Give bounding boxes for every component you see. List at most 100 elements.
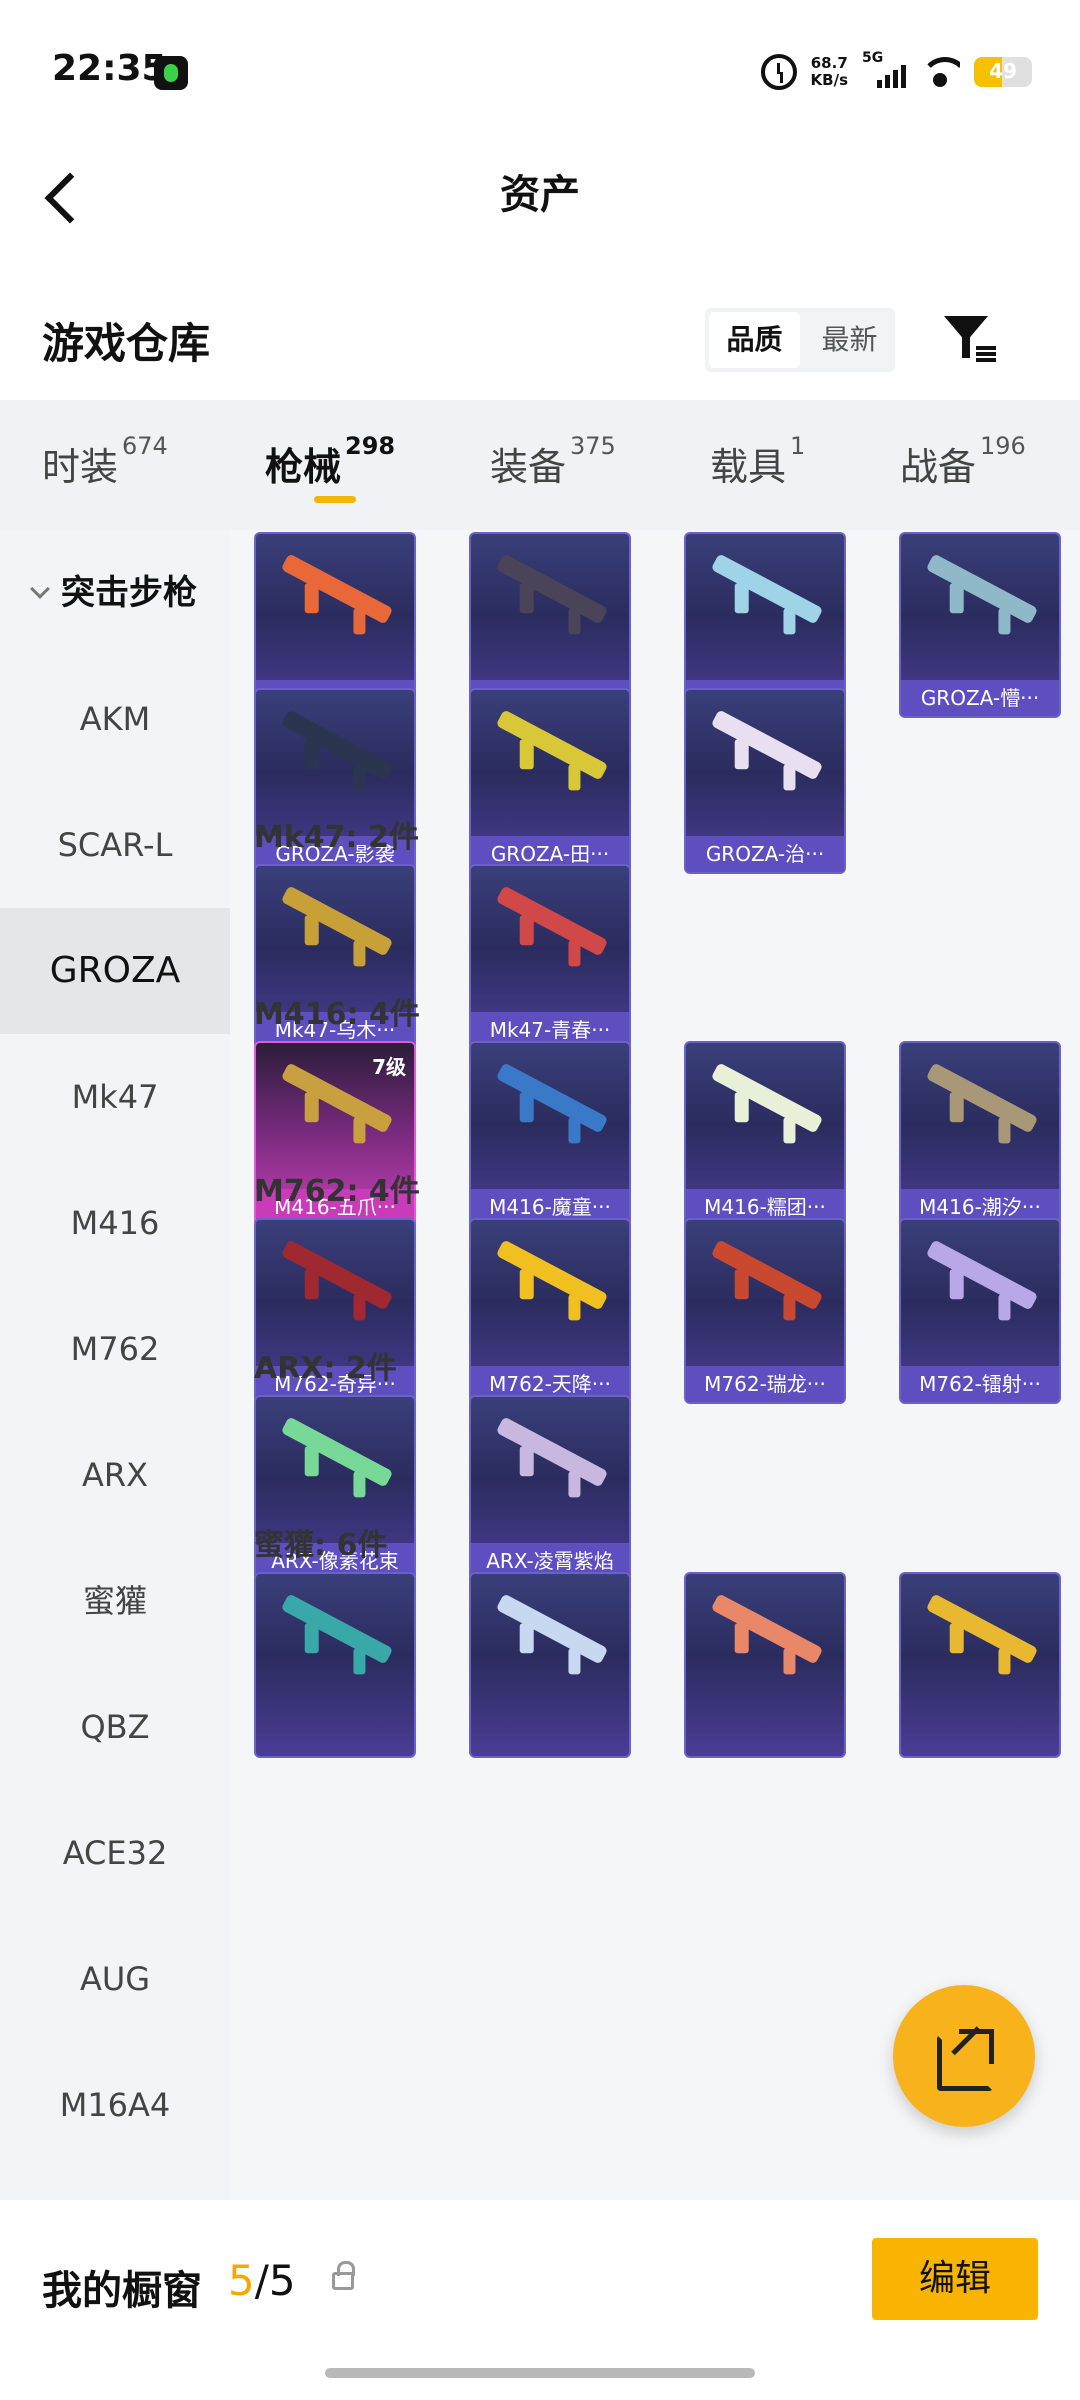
- sidebar-item-m416[interactable]: M416: [0, 1160, 230, 1286]
- showcase-label: 我的橱窗: [42, 2268, 202, 2314]
- sidebar-item-groza[interactable]: GROZA: [0, 908, 230, 1034]
- weapon-card[interactable]: M762-天降···: [469, 1218, 631, 1404]
- tab-count: 1: [790, 432, 806, 460]
- status-indicators: 68.7 KB/s 5G 49: [760, 50, 1032, 94]
- weapon-image: [280, 709, 394, 781]
- weapon-card[interactable]: [684, 1572, 846, 1758]
- weapon-image: [280, 1593, 394, 1665]
- sort-option-quality[interactable]: 品质: [709, 312, 800, 368]
- network-speed-unit: KB/s: [810, 71, 848, 89]
- section-label: M762: 4件: [254, 1174, 420, 1209]
- tab-label: 战备: [900, 445, 977, 489]
- sidebar-group-assault-rifles[interactable]: 突击步枪: [0, 530, 230, 656]
- section-label: M416: 4件: [254, 997, 420, 1032]
- weapon-name: M762-镭射···: [901, 1366, 1059, 1402]
- warehouse-header: 游戏仓库 品质 最新: [0, 290, 1080, 390]
- chevron-down-icon: [30, 579, 50, 599]
- app-notification-icon: [154, 56, 188, 90]
- weapon-card[interactable]: ARX-凌霄紫焰: [469, 1395, 631, 1581]
- weapon-image: [495, 553, 609, 625]
- battery-icon: 49: [974, 57, 1032, 87]
- weapon-image: [495, 1416, 609, 1488]
- weapon-image: [925, 1593, 1039, 1665]
- section-label: Mk47: 2件: [254, 820, 419, 855]
- header: 资产: [0, 140, 1080, 250]
- weapon-card[interactable]: M416-潮汐···: [899, 1041, 1061, 1227]
- tab-vehicles[interactable]: 载具 1: [710, 432, 805, 491]
- sidebar-item-aug[interactable]: AUG: [0, 1916, 230, 2042]
- weapon-image: [925, 1239, 1039, 1311]
- tab-count: 674: [122, 432, 168, 460]
- page-title: 资产: [500, 172, 580, 218]
- sidebar-item-scar-l[interactable]: SCAR-L: [0, 782, 230, 908]
- sidebar-item-arx[interactable]: ARX: [0, 1412, 230, 1538]
- weapon-image: [925, 553, 1039, 625]
- bottom-bar: 我的橱窗 5/5 编辑: [0, 2200, 1080, 2400]
- sidebar-item-honey-badger[interactable]: 蜜獾: [0, 1538, 230, 1664]
- weapon-card[interactable]: [899, 1572, 1061, 1758]
- sidebar-item-akm[interactable]: AKM: [0, 656, 230, 782]
- weapon-card[interactable]: M762-镭射···: [899, 1218, 1061, 1404]
- home-indicator[interactable]: [325, 2368, 755, 2378]
- tab-supplies[interactable]: 战备 196: [900, 432, 1026, 491]
- weapon-card[interactable]: M416-魔童···: [469, 1041, 631, 1227]
- network-speed-value: 68.7: [810, 54, 848, 72]
- tab-label: 载具: [710, 445, 787, 489]
- signal-icon: 5G: [862, 50, 906, 90]
- tab-label: 装备: [490, 445, 567, 489]
- sidebar-item-ace32[interactable]: ACE32: [0, 1790, 230, 1916]
- weapon-card[interactable]: Mk47-青春···: [469, 864, 631, 1050]
- tab-label: 时装: [42, 445, 119, 489]
- weapon-image: [710, 553, 824, 625]
- showcase-count: 5/5: [228, 2256, 296, 2305]
- sidebar-item-mk47[interactable]: Mk47: [0, 1034, 230, 1160]
- share-button[interactable]: [893, 1985, 1035, 2127]
- network-type: 5G: [862, 50, 884, 66]
- weapon-card[interactable]: GROZA-治···: [684, 688, 846, 874]
- filter-icon[interactable]: [944, 312, 1000, 368]
- weapon-image: [710, 709, 824, 781]
- tab-firearms[interactable]: 枪械 298: [265, 432, 395, 491]
- weapon-image: [280, 1239, 394, 1311]
- weapon-image: [280, 553, 394, 625]
- tab-count: 298: [345, 432, 396, 460]
- weapon-name: GROZA-懵···: [901, 680, 1059, 716]
- network-speed: 68.7 KB/s: [811, 55, 848, 89]
- sidebar-item-qbz[interactable]: QBZ: [0, 1664, 230, 1790]
- weapon-image: [925, 1062, 1039, 1134]
- weapon-card[interactable]: M762-瑞龙···: [684, 1218, 846, 1404]
- weapon-image: [495, 885, 609, 957]
- warehouse-title: 游戏仓库: [42, 319, 211, 368]
- alarm-icon: [760, 54, 797, 90]
- tab-count: 196: [980, 432, 1026, 460]
- weapon-image: [495, 1062, 609, 1134]
- tab-label: 枪械: [265, 445, 342, 489]
- sidebar-item-m762[interactable]: M762: [0, 1286, 230, 1412]
- weapon-card[interactable]: M416-糯团···: [684, 1041, 846, 1227]
- sort-toggle: 品质 最新: [705, 308, 895, 372]
- weapon-level-badge: 7级: [372, 1055, 406, 1079]
- status-time: 22:35: [52, 48, 167, 89]
- weapon-image: [710, 1239, 824, 1311]
- weapon-image: [495, 709, 609, 781]
- edit-button[interactable]: 编辑: [872, 2238, 1038, 2320]
- battery-level: 49: [989, 59, 1017, 83]
- weapon-card[interactable]: GROZA-田···: [469, 688, 631, 874]
- status-bar: 22:35 68.7 KB/s 5G 49: [0, 0, 1080, 140]
- sidebar-item-m16a4[interactable]: M16A4: [0, 2042, 230, 2168]
- tab-equipment[interactable]: 装备 375: [490, 432, 616, 491]
- weapon-image: [710, 1593, 824, 1665]
- weapon-card[interactable]: [254, 1572, 416, 1758]
- section-label: ARX: 2件: [254, 1351, 397, 1386]
- weapon-image: [710, 1062, 824, 1134]
- wifi-icon: [920, 55, 960, 89]
- weapon-card[interactable]: [469, 1572, 631, 1758]
- sort-option-newest[interactable]: 最新: [804, 308, 895, 372]
- category-tabs: 时装 674 枪械 298 装备 375 载具 1 战备 196: [0, 400, 1080, 530]
- weapon-name: GROZA-治···: [686, 836, 844, 872]
- weapon-card[interactable]: GROZA-懵···: [899, 532, 1061, 718]
- weapon-sidebar: 突击步枪 AKM SCAR-L GROZA Mk47 M416 M762 ARX…: [0, 530, 230, 2200]
- tab-fashion[interactable]: 时装 674: [42, 432, 168, 491]
- weapon-image: [495, 1593, 609, 1665]
- weapon-grid: GROZA-福···GROZA-紫···GROZA-海···GROZA-懵···…: [230, 530, 1080, 2200]
